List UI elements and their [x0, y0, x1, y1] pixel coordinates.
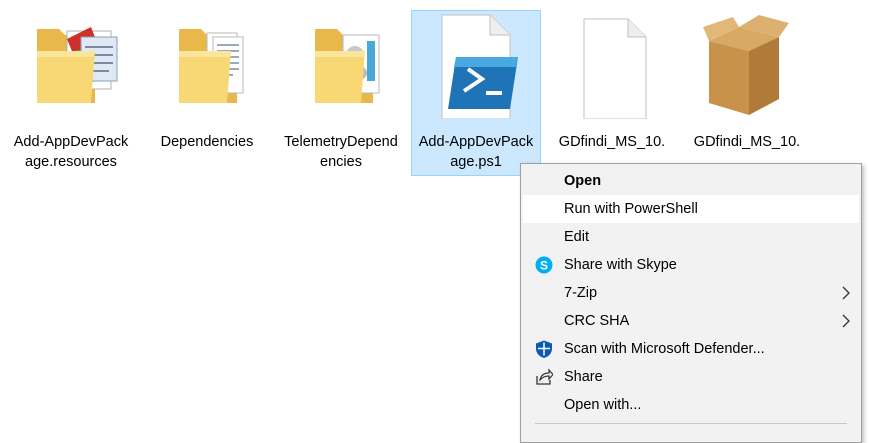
menu-item-open[interactable]: Open: [523, 167, 859, 195]
menu-item-share-with-skype[interactable]: S Share with Skype: [523, 251, 859, 279]
blank-file-icon: [548, 11, 676, 119]
menu-item-label: Open: [564, 173, 602, 189]
folder-dependencies[interactable]: Dependencies: [142, 10, 272, 176]
folder-documents-icon: [143, 11, 271, 119]
menu-item-open-with[interactable]: Open with...: [523, 391, 859, 419]
menu-item-label: 7-Zip: [564, 285, 598, 301]
file-label: GDfindi_MS_10.: [693, 134, 801, 150]
file-gdfindi-2[interactable]: GDfindi_MS_10.: [682, 10, 812, 176]
chevron-right-icon: [842, 286, 850, 300]
menu-item-7zip[interactable]: 7-Zip: [523, 279, 859, 307]
menu-item-run-with-powershell[interactable]: Run with PowerShell: [523, 195, 859, 223]
menu-item-label: Share: [564, 369, 603, 385]
file-label: Add-AppDevPackage.resources: [13, 134, 129, 170]
folder-settings-icon: [277, 11, 405, 119]
menu-item-label: Edit: [564, 229, 589, 245]
skype-icon: S: [535, 256, 553, 274]
context-menu: Open Run with PowerShell Edit S Share wi…: [520, 163, 862, 443]
menu-item-label: Share with Skype: [564, 257, 677, 273]
menu-item-label: CRC SHA: [564, 313, 630, 329]
menu-separator: [535, 423, 847, 424]
package-box-icon: [683, 11, 811, 119]
menu-item-scan-with-defender[interactable]: Scan with Microsoft Defender...: [523, 335, 859, 363]
powershell-script-icon: [412, 11, 540, 119]
file-label: Add-AppDevPackage.ps1: [418, 134, 534, 170]
file-add-appdevpackage-ps1[interactable]: Add-AppDevPackage.ps1: [411, 10, 541, 176]
file-label: GDfindi_MS_10.: [558, 134, 666, 150]
file-label: Dependencies: [160, 134, 254, 150]
menu-item-label: Scan with Microsoft Defender...: [564, 341, 765, 357]
menu-item-label: Open with...: [564, 397, 642, 413]
file-label: TelemetryDependencies: [284, 134, 398, 170]
chevron-right-icon: [842, 314, 850, 328]
menu-item-share[interactable]: Share: [523, 363, 859, 391]
share-icon: [536, 368, 553, 385]
menu-item-edit[interactable]: Edit: [523, 223, 859, 251]
folder-telemetrydependencies[interactable]: TelemetryDependencies: [276, 10, 406, 176]
folder-add-appdevpackage-resources[interactable]: Add-AppDevPackage.resources: [6, 10, 136, 176]
folder-notepad-icon: [7, 11, 135, 119]
menu-item-label: Run with PowerShell: [564, 201, 698, 217]
file-gdfindi-1[interactable]: GDfindi_MS_10.: [547, 10, 677, 176]
svg-text:S: S: [540, 259, 548, 273]
defender-shield-icon: [536, 340, 552, 358]
menu-item-crc-sha[interactable]: CRC SHA: [523, 307, 859, 335]
